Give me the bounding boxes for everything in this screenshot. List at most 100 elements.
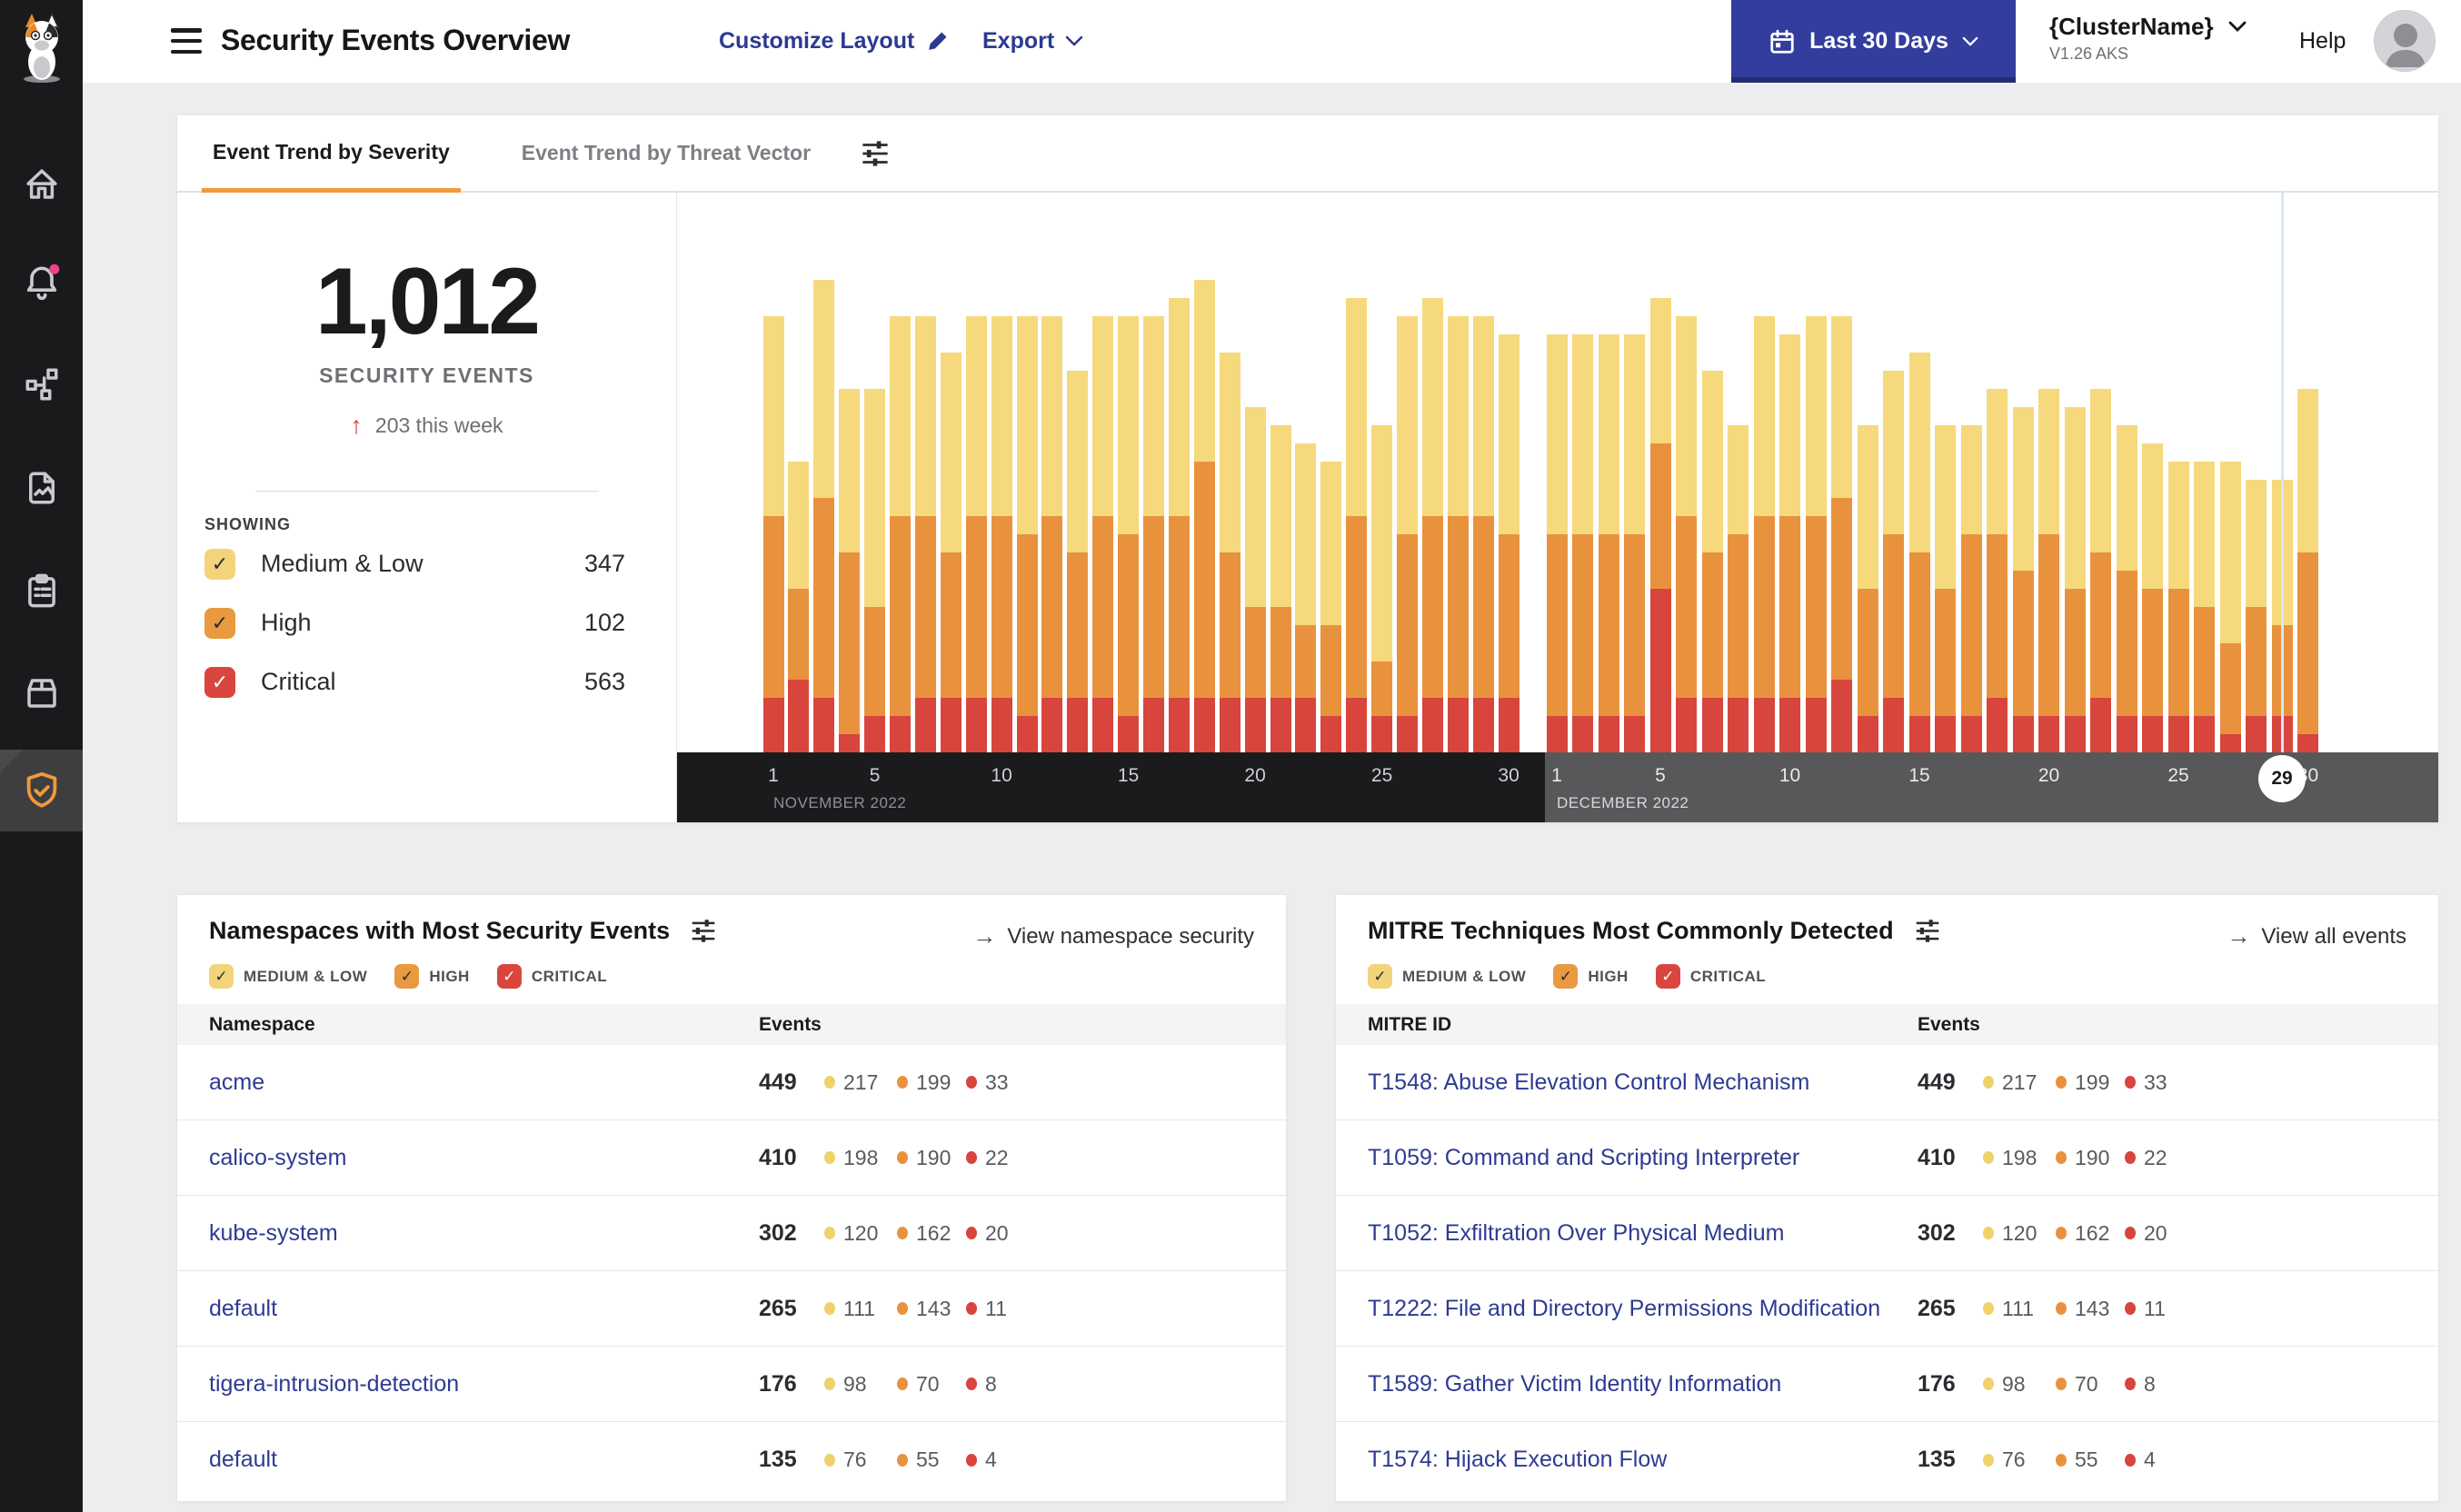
chart-bar[interactable] (1041, 316, 1063, 752)
chart-bar[interactable] (2167, 462, 2189, 752)
chart-bar[interactable] (914, 316, 936, 752)
chart-bar[interactable] (1421, 298, 1443, 752)
mitre-technique-link[interactable]: T1222: File and Directory Permissions Mo… (1368, 1296, 1918, 1322)
export-button[interactable]: Export (982, 28, 1083, 55)
namespace-link[interactable]: calico-system (209, 1145, 759, 1171)
namespace-link[interactable]: acme (209, 1069, 759, 1096)
namespace-link[interactable]: tigera-intrusion-detection (209, 1371, 759, 1398)
filter-critical[interactable]: ✓ CRITICAL (496, 964, 607, 989)
chart-bar[interactable] (2246, 480, 2267, 752)
chart-bar[interactable] (1346, 298, 1368, 752)
sidebar-item-images[interactable] (0, 652, 83, 734)
chart-bar[interactable] (1805, 316, 1827, 752)
checkbox-critical[interactable]: ✓ (1655, 964, 1680, 989)
checkbox-high[interactable]: ✓ (204, 607, 235, 639)
chart-bar[interactable] (1935, 425, 1956, 752)
tab-event-trend-by-threat-vector[interactable]: Event Trend by Threat Vector (511, 115, 822, 191)
sliders-settings-icon[interactable] (860, 140, 891, 167)
filter-critical[interactable]: ✓ CRITICAL (1655, 964, 1766, 989)
chart-bar[interactable] (1244, 407, 1266, 752)
view-namespace-security-link[interactable]: → View namespace security (972, 922, 1254, 950)
chart-bar[interactable] (1397, 316, 1418, 752)
chart-bar[interactable] (2038, 389, 2059, 752)
chart-bar[interactable] (788, 462, 810, 752)
chart-bar[interactable] (1295, 443, 1317, 752)
chart-bar[interactable] (1320, 462, 1342, 752)
chart-bar[interactable] (2116, 425, 2137, 752)
chart-bar[interactable] (991, 316, 1012, 752)
cluster-selector[interactable]: {ClusterName} V1.26 AKS (2049, 13, 2247, 64)
chart-bar[interactable] (1598, 334, 1619, 752)
namespace-link[interactable]: kube-system (209, 1220, 759, 1247)
chart-bar[interactable] (2142, 443, 2163, 752)
sidebar-item-home[interactable] (0, 144, 83, 225)
view-all-events-link[interactable]: → View all events (2227, 922, 2406, 950)
chart-bar[interactable] (1219, 353, 1240, 752)
namespace-link[interactable]: default (209, 1447, 759, 1473)
chart-bar[interactable] (1960, 425, 1982, 752)
sliders-settings-icon[interactable] (690, 919, 717, 943)
mitre-technique-link[interactable]: T1548: Abuse Elevation Control Mechanism (1368, 1069, 1918, 1096)
mitre-technique-link[interactable]: T1052: Exfiltration Over Physical Medium (1368, 1220, 1918, 1247)
chart-bar[interactable] (1987, 389, 2008, 752)
hamburger-menu-icon[interactable] (171, 28, 202, 54)
checkbox-critical[interactable]: ✓ (496, 964, 522, 989)
chart-bar[interactable] (864, 389, 886, 752)
sidebar-item-compliance[interactable] (0, 550, 83, 632)
tab-event-trend-by-severity[interactable]: Event Trend by Severity (202, 115, 461, 193)
mitre-technique-link[interactable]: T1574: Hijack Execution Flow (1368, 1447, 1918, 1473)
chart-bar[interactable] (1118, 316, 1140, 752)
checkbox-critical[interactable]: ✓ (204, 666, 235, 698)
chart-bar[interactable] (1857, 425, 1878, 752)
chart-bar[interactable] (1067, 371, 1089, 752)
chart-bar[interactable] (1270, 425, 1291, 752)
chart-bar[interactable] (1168, 298, 1190, 752)
chart-bar[interactable] (940, 353, 961, 752)
filter-medium[interactable]: ✓ MEDIUM & LOW (209, 964, 367, 989)
selected-day-marker[interactable]: 29 (2258, 755, 2306, 802)
checkbox-medium[interactable]: ✓ (204, 548, 235, 580)
chart-bar[interactable] (1193, 280, 1215, 752)
customize-layout-button[interactable]: Customize Layout (719, 28, 950, 55)
chart-bar[interactable] (1624, 334, 1645, 752)
chart-bar[interactable] (1371, 425, 1393, 752)
chart-bar[interactable] (2219, 462, 2241, 752)
chart-bar[interactable] (1143, 316, 1164, 752)
chart-bar[interactable] (1779, 334, 1800, 752)
chart-bar[interactable] (1092, 316, 1114, 752)
date-range-button[interactable]: Last 30 Days (1731, 0, 2016, 83)
checkbox-high[interactable]: ✓ (394, 964, 420, 989)
filter-high[interactable]: ✓ HIGH (394, 964, 470, 989)
help-link[interactable]: Help (2299, 28, 2346, 55)
chart-bar[interactable] (890, 316, 911, 752)
sidebar-item-threat-defense[interactable] (0, 750, 83, 831)
chart-bar[interactable] (1676, 316, 1697, 752)
namespace-link[interactable]: default (209, 1296, 759, 1322)
chart-bar[interactable] (1883, 371, 1904, 752)
mitre-technique-link[interactable]: T1589: Gather Victim Identity Informatio… (1368, 1371, 1918, 1398)
sidebar-item-service-graph[interactable] (0, 343, 83, 425)
chart-bar[interactable] (965, 316, 987, 752)
chart-bar[interactable] (1701, 371, 1723, 752)
chart-bar[interactable] (1649, 298, 1671, 752)
chart-bar[interactable] (839, 389, 861, 752)
filter-high[interactable]: ✓ HIGH (1553, 964, 1629, 989)
chart-bar[interactable] (2090, 389, 2111, 752)
chart-bar[interactable] (2012, 407, 2034, 752)
filter-medium[interactable]: ✓ MEDIUM & LOW (1368, 964, 1526, 989)
chart-bar[interactable] (2297, 389, 2318, 752)
chart-bar[interactable] (1472, 316, 1494, 752)
chart-bar[interactable] (813, 280, 835, 752)
chart-bar[interactable] (1753, 316, 1775, 752)
sidebar-item-policies[interactable] (0, 447, 83, 529)
checkbox-high[interactable]: ✓ (1553, 964, 1579, 989)
mitre-technique-link[interactable]: T1059: Command and Scripting Interpreter (1368, 1145, 1918, 1171)
sliders-settings-icon[interactable] (1914, 919, 1941, 943)
chart-bar[interactable] (1546, 334, 1568, 752)
chart-bar[interactable] (1498, 334, 1519, 752)
chart-bar[interactable] (1447, 316, 1469, 752)
checkbox-medium[interactable]: ✓ (1368, 964, 1392, 989)
user-avatar[interactable] (2374, 10, 2436, 72)
chart-bar[interactable] (1728, 425, 1749, 752)
chart-bar[interactable] (1572, 334, 1593, 752)
